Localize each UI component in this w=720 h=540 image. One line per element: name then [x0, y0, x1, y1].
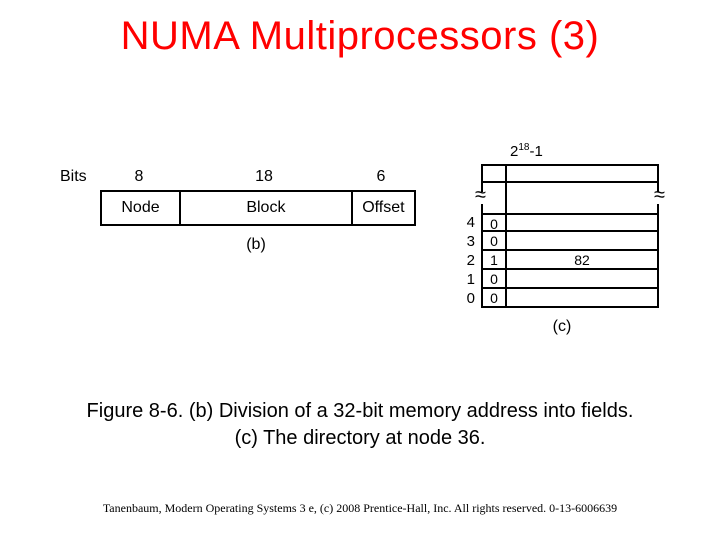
caption-line1: Figure 8-6. (b) Division of a 32-bit mem… — [87, 400, 634, 422]
dir-c1-top — [481, 164, 507, 183]
dir-c1: 1 — [481, 251, 507, 270]
bits-width-offset: 6 — [350, 168, 412, 190]
squiggle-icon: ≈ — [652, 192, 667, 204]
directory-table: ≈ ≈ 4 0 3 0 2 1 82 — [445, 164, 659, 308]
top-label-suffix: -1 — [529, 143, 542, 160]
dir-c2-top — [507, 164, 659, 183]
footer: Tanenbaum, Modern Operating Systems 3 e,… — [0, 501, 720, 516]
top-label-exp: 18 — [518, 142, 529, 153]
dir-idx: 4 — [445, 213, 481, 232]
address-fields: Node Block Offset — [100, 190, 416, 226]
field-offset: Offset — [351, 192, 414, 224]
slide: NUMA Multiprocessors (3) Bits 8 18 6 Nod… — [0, 0, 720, 540]
subcaption-b: (b) — [100, 236, 412, 254]
dir-c2: 82 — [507, 251, 659, 270]
dir-c2 — [507, 270, 659, 289]
field-block: Block — [179, 192, 351, 224]
dir-c1: 0 — [481, 232, 507, 251]
diagram-b: Bits 8 18 6 Node Block Offset (b) — [60, 168, 416, 254]
dir-idx: 0 — [445, 289, 481, 308]
bits-width-node: 8 — [100, 168, 178, 190]
caption-line2: (c) The directory at node 36. — [235, 427, 486, 449]
dir-idx-top — [445, 164, 481, 183]
dir-top-label: 218-1 — [510, 142, 543, 160]
bits-row: Bits 8 18 6 — [60, 168, 416, 190]
dir-c2 — [507, 213, 659, 232]
dir-c2 — [507, 232, 659, 251]
field-node: Node — [102, 192, 179, 224]
dir-row: 4 0 — [445, 213, 659, 232]
dir-row: 0 0 — [445, 289, 659, 308]
squiggle-icon: ≈ — [473, 192, 488, 204]
diagram-c: 218-1 ≈ ≈ 4 0 — [445, 146, 659, 336]
dir-idx: 3 — [445, 232, 481, 251]
dir-row: 3 0 — [445, 232, 659, 251]
dir-c1: 0 — [481, 270, 507, 289]
slide-title: NUMA Multiprocessors (3) — [0, 14, 720, 59]
dir-c1: 0 — [481, 213, 507, 232]
dir-row-top — [445, 164, 659, 183]
dir-row: 1 0 — [445, 270, 659, 289]
dir-break: ≈ ≈ — [445, 183, 659, 213]
bits-width-block: 18 — [178, 168, 350, 190]
bits-label: Bits — [60, 168, 100, 190]
dir-idx: 2 — [445, 251, 481, 270]
dir-c2 — [507, 289, 659, 308]
dir-idx: 1 — [445, 270, 481, 289]
subcaption-c: (c) — [475, 318, 649, 336]
figure-caption: Figure 8-6. (b) Division of a 32-bit mem… — [30, 398, 690, 452]
dir-row: 2 1 82 — [445, 251, 659, 270]
dir-c1: 0 — [481, 289, 507, 308]
